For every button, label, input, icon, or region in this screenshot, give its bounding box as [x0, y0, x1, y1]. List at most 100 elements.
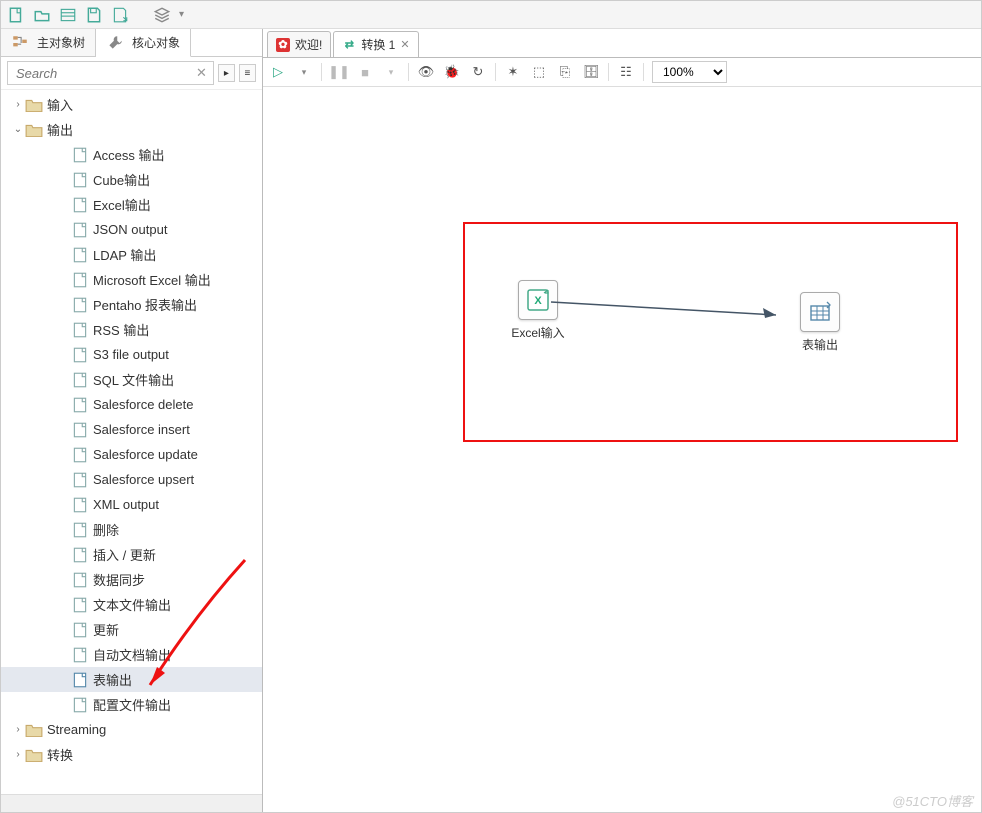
tool-icon — [106, 35, 124, 51]
tab-transform-label: 转换 1 — [361, 36, 395, 53]
tree-item-output-1[interactable]: Cube输出 — [1, 167, 262, 192]
tree-item-output-9[interactable]: SQL 文件输出 — [1, 367, 262, 392]
node-icon — [71, 247, 89, 263]
expander-icon[interactable]: › — [11, 749, 25, 760]
tree-item-output-2[interactable]: Excel输出 — [1, 192, 262, 217]
tree-label: S3 file output — [93, 347, 169, 362]
clear-icon[interactable]: ✕ — [196, 65, 207, 81]
canvas-tabs: ✿ 欢迎! ⇄ 转换 1 ✕ — [263, 29, 981, 57]
save-icon[interactable] — [85, 6, 103, 24]
node-icon — [71, 397, 89, 413]
replay-icon[interactable]: ↻ — [469, 63, 487, 81]
canvas-area: ✿ 欢迎! ⇄ 转换 1 ✕ ▷ ▾ ❚❚ ■ ▾ 👁 🐞 ↻ — [263, 29, 981, 812]
tree-item-output-7[interactable]: RSS 输出 — [1, 317, 262, 342]
collapse-all-icon[interactable]: ≡ — [239, 64, 256, 82]
close-icon[interactable]: ✕ — [400, 38, 409, 51]
expand-all-icon[interactable]: ▸ — [218, 64, 235, 82]
tree[interactable]: › 输入 ⌄ 输出 Access 输出 Cube输出 Excel输出JSON outputL… — [1, 90, 262, 794]
sql-icon[interactable]: ⎘ — [556, 63, 574, 81]
verify-icon[interactable]: ✶ — [504, 63, 522, 81]
node-icon — [71, 147, 89, 163]
node-icon — [71, 697, 89, 713]
tab-main-tree[interactable]: 主对象树 — [1, 29, 96, 56]
tree-item-output-8[interactable]: S3 file output — [1, 342, 262, 367]
node-icon — [25, 122, 43, 138]
h-scrollbar[interactable] — [1, 794, 262, 812]
tree-item-output-20[interactable]: 自动文档输出 — [1, 642, 262, 667]
tree-item-output-22[interactable]: 配置文件输出 — [1, 692, 262, 717]
new-icon[interactable] — [7, 6, 25, 24]
saveas-icon[interactable] — [111, 6, 129, 24]
tree-item-output-13[interactable]: Salesforce upsert — [1, 467, 262, 492]
expander-icon[interactable]: › — [11, 99, 25, 110]
expander-icon[interactable]: › — [11, 724, 25, 735]
show-results-icon[interactable]: ☷ — [617, 63, 635, 81]
preview-icon[interactable]: 👁 — [417, 63, 435, 81]
run-drop-icon[interactable]: ▾ — [295, 63, 313, 81]
search-box[interactable]: ✕ — [7, 61, 214, 85]
stop-drop-icon[interactable]: ▾ — [382, 63, 400, 81]
pause-icon[interactable]: ❚❚ — [330, 63, 348, 81]
tree-item-output-17[interactable]: 数据同步 — [1, 567, 262, 592]
node-icon — [25, 722, 43, 738]
tree-folder-streaming[interactable]: › Streaming — [1, 717, 262, 742]
tree-label: 自动文档输出 — [93, 645, 171, 664]
tree-item-output-10[interactable]: Salesforce delete — [1, 392, 262, 417]
welcome-icon: ✿ — [276, 38, 290, 52]
tree-item-output-12[interactable]: Salesforce update — [1, 442, 262, 467]
tree-folder-input[interactable]: › 输入 — [1, 92, 262, 117]
explore-db-icon[interactable]: 🗄 — [582, 63, 600, 81]
tree-item-output-16[interactable]: 插入 / 更新 — [1, 542, 262, 567]
dropdown-icon[interactable]: ▾ — [179, 9, 184, 20]
tree-label: Streaming — [47, 722, 106, 737]
tree-item-output-6[interactable]: Pentaho 报表输出 — [1, 292, 262, 317]
tree-label: Cube输出 — [93, 170, 150, 189]
main-area: 主对象树 核心对象 ✕ ▸ ≡ › 输入 ⌄ 输出 Access 输出 Cube输出 Exc… — [1, 29, 981, 812]
step-table-output[interactable]: 表输出 — [785, 292, 855, 353]
tab-transform[interactable]: ⇄ 转换 1 ✕ — [333, 31, 418, 57]
tree-item-output-4[interactable]: LDAP 输出 — [1, 242, 262, 267]
tree-label: 数据同步 — [93, 570, 145, 589]
tree-label: Access 输出 — [93, 145, 165, 164]
tree-item-output-18[interactable]: 文本文件输出 — [1, 592, 262, 617]
tree-item-output-0[interactable]: Access 输出 — [1, 142, 262, 167]
main-toolbar: ▾ — [1, 1, 981, 29]
layers-icon[interactable] — [153, 6, 171, 24]
tree-item-output-21[interactable]: 表输出 — [1, 667, 262, 692]
tree-folder-output[interactable]: ⌄ 输出 — [1, 117, 262, 142]
tab-welcome[interactable]: ✿ 欢迎! — [267, 31, 331, 57]
node-icon — [71, 197, 89, 213]
node-icon — [71, 347, 89, 363]
tab-core-obj[interactable]: 核心对象 — [96, 29, 191, 57]
tree-item-output-3[interactable]: JSON output — [1, 217, 262, 242]
tree-item-output-5[interactable]: Microsoft Excel 输出 — [1, 267, 262, 292]
debug-icon: 🐞 — [443, 63, 461, 81]
tree-folder-transform[interactable]: ›转换 — [1, 742, 262, 767]
tree-label: 配置文件输出 — [93, 695, 171, 714]
tree-label: 表输出 — [93, 670, 132, 689]
open-icon[interactable] — [33, 6, 51, 24]
tree-item-output-14[interactable]: XML output — [1, 492, 262, 517]
explore-icon[interactable] — [59, 6, 77, 24]
node-icon — [71, 297, 89, 313]
canvas[interactable]: X Excel输入 表输出 @51CTO博客 — [263, 87, 981, 812]
tree-item-output-19[interactable]: 更新 — [1, 617, 262, 642]
tab-main-tree-label: 主对象树 — [37, 34, 85, 51]
node-icon — [71, 272, 89, 288]
sidebar-tabs: 主对象树 核心对象 — [1, 29, 262, 57]
node-icon — [71, 522, 89, 538]
trans-icon: ⇄ — [342, 38, 356, 52]
run-icon[interactable]: ▷ — [269, 63, 287, 81]
node-icon — [71, 672, 89, 688]
tree-label: 输出 — [47, 120, 73, 139]
tree-label: 输入 — [47, 95, 73, 114]
expander-icon[interactable]: ⌄ — [11, 124, 25, 135]
svg-text:X: X — [534, 295, 542, 307]
impact-icon[interactable]: ⬚ — [530, 63, 548, 81]
tree-label: Pentaho 报表输出 — [93, 295, 197, 314]
search-input[interactable] — [14, 65, 196, 82]
stop-icon[interactable]: ■ — [356, 63, 374, 81]
tree-item-output-15[interactable]: 删除 — [1, 517, 262, 542]
tree-item-output-11[interactable]: Salesforce insert — [1, 417, 262, 442]
zoom-select[interactable]: 100% — [652, 61, 727, 83]
